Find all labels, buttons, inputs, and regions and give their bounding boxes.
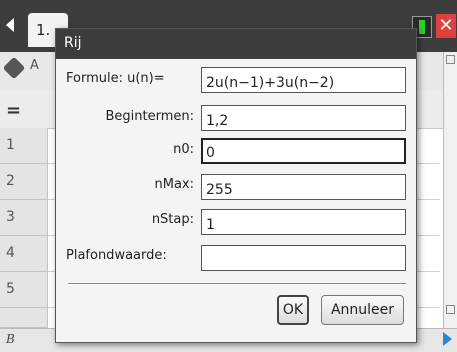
ceiling-value-field[interactable] <box>201 245 406 271</box>
previous-page-arrow-icon[interactable] <box>6 18 14 32</box>
dialog-divider <box>68 283 406 285</box>
initial-terms-field[interactable] <box>201 105 406 131</box>
next-arrow-icon[interactable] <box>443 332 452 346</box>
vertical-scrollbar[interactable] <box>443 52 457 328</box>
dialog-title: Rij <box>56 29 416 59</box>
nstep-label: nStap: <box>151 212 194 227</box>
initial-terms-label: Begintermen: <box>105 109 194 124</box>
nmax-label: nMax: <box>154 177 195 192</box>
nmax-field[interactable] <box>201 174 406 200</box>
sequence-dialog: Rij Formule: u(n)= Begintermen: n0: nMax… <box>55 28 417 343</box>
ok-button[interactable]: OK <box>277 295 309 325</box>
nstep-field[interactable] <box>201 209 406 235</box>
formula-field[interactable] <box>201 67 406 93</box>
equals-icon: = <box>6 100 22 121</box>
scroll-down-icon[interactable] <box>446 305 455 314</box>
row-header-3[interactable]: 3 <box>0 200 48 236</box>
column-header-a[interactable]: A <box>30 58 39 73</box>
ceiling-value-label: Plafondwaarde: <box>66 248 167 263</box>
row-header-6[interactable] <box>0 308 48 328</box>
row-header-1[interactable]: 1 <box>0 128 48 164</box>
formula-label: Formule: u(n)= <box>66 71 165 86</box>
tab-label: 1. <box>36 21 51 39</box>
row-header-4[interactable]: 4 <box>0 236 48 272</box>
cancel-button[interactable]: Annuleer <box>321 295 404 325</box>
close-icon[interactable]: ✕ <box>436 14 456 38</box>
row-header-5[interactable]: 5 <box>0 272 48 308</box>
n0-label: n0: <box>173 142 194 157</box>
n0-field[interactable] <box>201 138 406 164</box>
scroll-up-icon[interactable] <box>446 55 455 64</box>
cell-reference: B <box>6 332 15 346</box>
row-header-2[interactable]: 2 <box>0 164 48 200</box>
